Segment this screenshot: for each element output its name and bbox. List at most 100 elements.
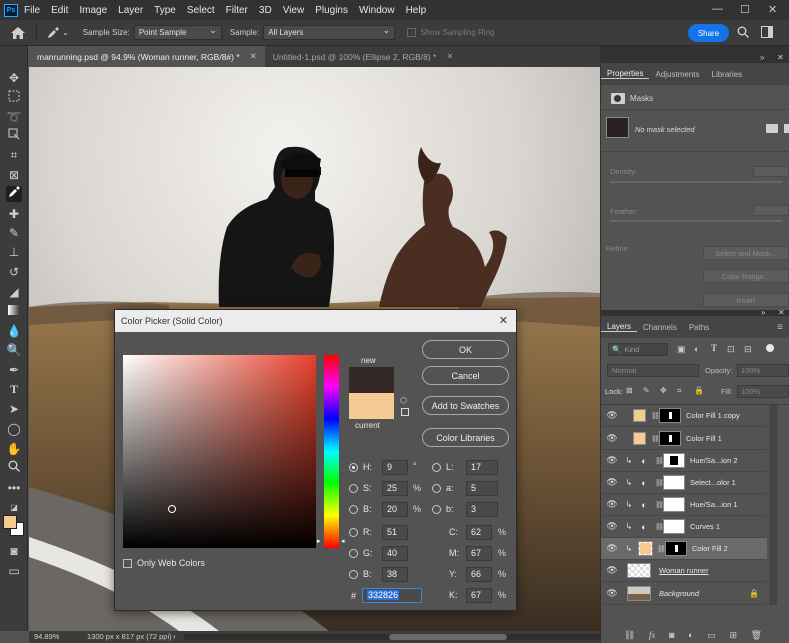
lock-transparent-icon[interactable]: ⊠ [626,386,633,395]
dodge-tool-icon[interactable]: 🔍 [6,342,22,358]
cancel-button[interactable]: Cancel [422,366,509,385]
link-icon[interactable]: ⛓ [651,435,660,443]
color-range-button[interactable]: Color Range... [703,269,789,283]
tab-properties[interactable]: Properties [601,69,650,79]
layer-mask-thumbnail[interactable] [663,475,685,490]
photoshop-logo[interactable]: Ps [4,3,18,17]
b-channel-radio[interactable] [432,505,441,514]
vector-mask-icon[interactable] [784,124,789,133]
layers-scrollbar[interactable] [769,405,777,605]
link-icon[interactable]: ⛓ [657,545,666,553]
visibility-eye-icon[interactable]: 👁 [605,410,619,421]
zoom-level[interactable]: 94.89% [34,632,59,641]
menu-layer[interactable]: Layer [118,5,143,16]
magenta-field[interactable]: 67 [466,546,492,561]
layer-row[interactable]: 👁 Background 🔒 [601,583,767,605]
pixel-mask-icon[interactable] [766,124,778,133]
saturation-brightness-field[interactable] [123,355,316,548]
link-icon[interactable]: ⛓ [651,412,660,420]
menu-3d[interactable]: 3D [259,5,272,16]
visibility-eye-icon[interactable]: 👁 [605,455,619,466]
ok-button[interactable]: OK [422,340,509,359]
lightness-field[interactable]: 17 [466,460,498,475]
search-icon[interactable] [737,26,749,40]
sample-select[interactable]: All Layers [263,25,396,40]
black-field[interactable]: 67 [466,588,492,603]
saturation-radio[interactable] [349,484,358,493]
green-field[interactable]: 40 [382,546,408,561]
healing-brush-tool-icon[interactable]: ✚ [6,206,22,222]
link-icon[interactable]: ⛓ [624,630,635,641]
feather-field[interactable] [753,205,789,216]
color-selector-circle[interactable] [168,505,176,513]
hex-field[interactable]: 332826 [362,588,422,603]
layer-mask-thumbnail[interactable] [663,519,685,534]
visibility-eye-icon[interactable]: 👁 [605,521,619,532]
tab-adjustments[interactable]: Adjustments [649,70,705,79]
eraser-tool-icon[interactable]: ◢ [6,284,22,300]
hue-radio[interactable] [349,463,358,472]
quick-mask-icon[interactable]: ◙ [6,543,22,559]
layer-row-selected[interactable]: 👁 ↳ ⛓ Color Fill 2 [601,538,767,560]
panel-menu-icon[interactable]: ≡ [771,322,789,333]
lock-all-icon[interactable]: 🔒 [694,386,704,395]
hue-slider-left-arrow-icon[interactable]: ▸ [317,537,321,545]
new-layer-icon[interactable]: ⊞ [729,630,737,641]
blend-mode-select[interactable]: Normal [607,364,699,377]
green-radio[interactable] [349,549,358,558]
link-icon[interactable]: ⛓ [655,479,664,487]
layer-mask-thumbnail[interactable] [663,453,685,468]
status-arrow-icon[interactable]: › [173,632,176,641]
sample-size-select[interactable]: Point Sample [133,25,222,40]
minimize-button[interactable]: — [712,3,723,15]
menu-help[interactable]: Help [406,5,427,16]
tab-channels[interactable]: Channels [637,323,683,332]
shape-tool-icon[interactable]: ◯ [6,421,22,437]
foreground-color-swatch[interactable] [3,515,17,529]
a-channel-radio[interactable] [432,484,441,493]
blue-field[interactable]: 38 [382,567,408,582]
tab-layers[interactable]: Layers [601,322,638,332]
crop-tool-icon[interactable]: ⌗ [6,147,22,163]
pen-tool-icon[interactable]: ✒ [6,362,22,378]
layer-mask-thumbnail[interactable] [659,408,681,423]
visibility-eye-icon[interactable]: 👁 [605,499,619,510]
link-icon[interactable]: ⛓ [655,501,664,509]
maximize-button[interactable]: ☐ [740,3,750,16]
red-radio[interactable] [349,528,358,537]
filter-pixel-icon[interactable]: ▣ [677,344,686,355]
filter-smart-object-icon[interactable]: ⊟ [744,344,752,355]
horizontal-scrollbar-thumb[interactable] [389,634,507,640]
default-colors-icon[interactable]: ◪ [6,500,22,516]
layer-mask-thumbnail[interactable] [663,497,685,512]
current-color-swatch[interactable] [349,393,394,419]
lock-position-icon[interactable]: ✥ [660,386,667,395]
select-and-mask-button[interactable]: Select and Mask... [703,246,789,260]
home-icon[interactable] [10,26,26,39]
only-web-colors-checkbox[interactable] [123,559,132,568]
filter-type-icon[interactable]: T [711,343,717,353]
close-icon[interactable]: ✕ [446,51,453,62]
screen-mode-icon[interactable]: ▭ [6,563,22,579]
cyan-field[interactable]: 62 [466,525,492,540]
menu-type[interactable]: Type [154,5,176,16]
invert-button[interactable]: Invert [703,293,789,307]
group-icon[interactable]: ▭ [707,630,716,641]
blue-radio[interactable] [349,570,358,579]
tab-manrunning[interactable]: manrunning.psd @ 94.9% (Woman runner, RG… [29,46,265,67]
frame-tool-icon[interactable]: ⊠ [6,167,22,183]
gradient-tool-icon[interactable] [6,303,22,319]
tab-paths[interactable]: Paths [683,323,715,332]
add-to-swatches-button[interactable]: Add to Swatches [422,396,509,415]
menu-view[interactable]: View [283,5,305,16]
hue-slider-right-arrow-icon[interactable]: ◂ [341,537,345,545]
lightness-radio[interactable] [432,463,441,472]
adjustment-icon[interactable]: ◐ [688,630,693,640]
tab-libraries[interactable]: Libraries [706,70,749,79]
yellow-field[interactable]: 66 [466,567,492,582]
opacity-field[interactable]: 100% [737,364,789,377]
brightness-field[interactable]: 20 [382,502,408,517]
close-icon[interactable]: ✕ [499,314,508,327]
trash-icon[interactable]: 🗑 [751,630,762,641]
menu-edit[interactable]: Edit [51,5,68,16]
